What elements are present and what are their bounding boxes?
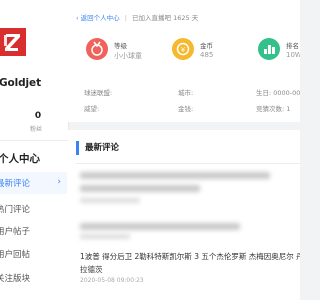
- comment-date: 2020-05-08 09:00:23: [80, 277, 144, 284]
- sidebar-item-label: 用户回帖: [0, 250, 31, 260]
- level-badge: 等级 小小球童: [86, 38, 150, 66]
- coins-title: 金币: [200, 42, 213, 50]
- medal-icon: [86, 38, 108, 60]
- blurred-comment: [80, 223, 240, 230]
- guess-count: 竞猜次数: 1: [256, 105, 291, 113]
- content-divider: [76, 163, 300, 164]
- latest-comments-card: 最新评论 1波普 得分后卫 2勒科特斯凯尔斯 3 五个杰伦罗斯 杰梅因奥尼尔 丹…: [68, 130, 300, 300]
- sidebar-item-label: 用户帖子: [0, 227, 31, 237]
- user-center-page: Goldjet 0 粉丝 个人中心 最新评论 › 热门评论 用户帖子 用户回帖 …: [0, 0, 300, 300]
- blurred-comment: [80, 185, 200, 192]
- ranking-title: 排名: [286, 42, 299, 50]
- coins-value: 485: [200, 51, 214, 59]
- prestige: 威望:: [84, 105, 100, 113]
- comment-text-continued[interactable]: 拉德茨: [80, 264, 103, 275]
- back-link-label: 返回个人中心: [80, 14, 120, 22]
- money: 金钱:: [178, 105, 194, 113]
- level-value: 小小球童: [114, 52, 142, 60]
- sidebar-item-followed-boards[interactable]: 关注版块: [0, 267, 67, 289]
- sidebar-item-latest-comments[interactable]: 最新评论 ›: [0, 172, 67, 194]
- sidebar: Goldjet 0 粉丝 个人中心 最新评论 › 热门评论 用户帖子 用户回帖 …: [0, 0, 69, 300]
- fans-label: 粉丝: [30, 126, 43, 133]
- coins-badge: ¥ 金币 485: [172, 38, 232, 66]
- sidebar-item-label: 关注版块: [0, 274, 31, 284]
- ranking-badge: 排名 10W+: [258, 38, 300, 66]
- blurred-date: [80, 234, 130, 239]
- sidebar-item-user-posts[interactable]: 用户帖子: [0, 220, 67, 242]
- username: Goldjet: [0, 77, 41, 89]
- chevron-right-icon: ›: [57, 177, 61, 187]
- breadcrumb-separator: |: [124, 14, 127, 22]
- blurred-comment: [80, 172, 270, 179]
- back-link[interactable]: ‹ 返回个人中心: [76, 14, 122, 22]
- info-row: 球迷联盟: 城市: 生日: 0000-00-00: [76, 87, 300, 97]
- fans-count[interactable]: 0: [34, 111, 42, 121]
- content-title: 最新评论: [76, 141, 300, 155]
- fan-league: 球迷联盟:: [84, 89, 113, 97]
- sidebar-item-label: 热门评论: [0, 205, 31, 215]
- coins-icon: ¥: [172, 38, 194, 60]
- info-row: 威望: 金钱: 竞猜次数: 1: [76, 103, 300, 113]
- breadcrumb: ‹ 返回个人中心 | 已加入直播吧 1625 天: [76, 12, 198, 22]
- comment-text[interactable]: 1波普 得分后卫 2勒科特斯凯尔斯 3 五个杰伦罗斯 杰梅因奥尼尔 丹尼格兰: [80, 251, 300, 262]
- sidebar-item-label: 最新评论: [0, 179, 31, 189]
- site-logo[interactable]: [0, 28, 26, 56]
- level-title: 等级: [114, 42, 127, 50]
- profile-card: ‹ 返回个人中心 | 已加入直播吧 1625 天 等级 小小球童 ¥ 金币 48…: [68, 0, 300, 122]
- svg-text:¥: ¥: [181, 46, 186, 54]
- blurred-date: [80, 198, 140, 203]
- joined-days: 已加入直播吧 1625 天: [132, 14, 199, 22]
- main-panel: ‹ 返回个人中心 | 已加入直播吧 1625 天 等级 小小球童 ¥ 金币 48…: [68, 0, 300, 300]
- city: 城市:: [178, 89, 194, 97]
- ranking-value: 10W+: [286, 51, 300, 59]
- sidebar-divider: [0, 140, 68, 141]
- sidebar-item-hot-comments[interactable]: 热门评论: [0, 198, 67, 220]
- section-title: 个人中心: [0, 153, 40, 165]
- sidebar-item-user-replies[interactable]: 用户回帖: [0, 243, 67, 265]
- ranking-icon: [258, 38, 280, 60]
- birthday: 生日: 0000-00-00: [256, 89, 300, 97]
